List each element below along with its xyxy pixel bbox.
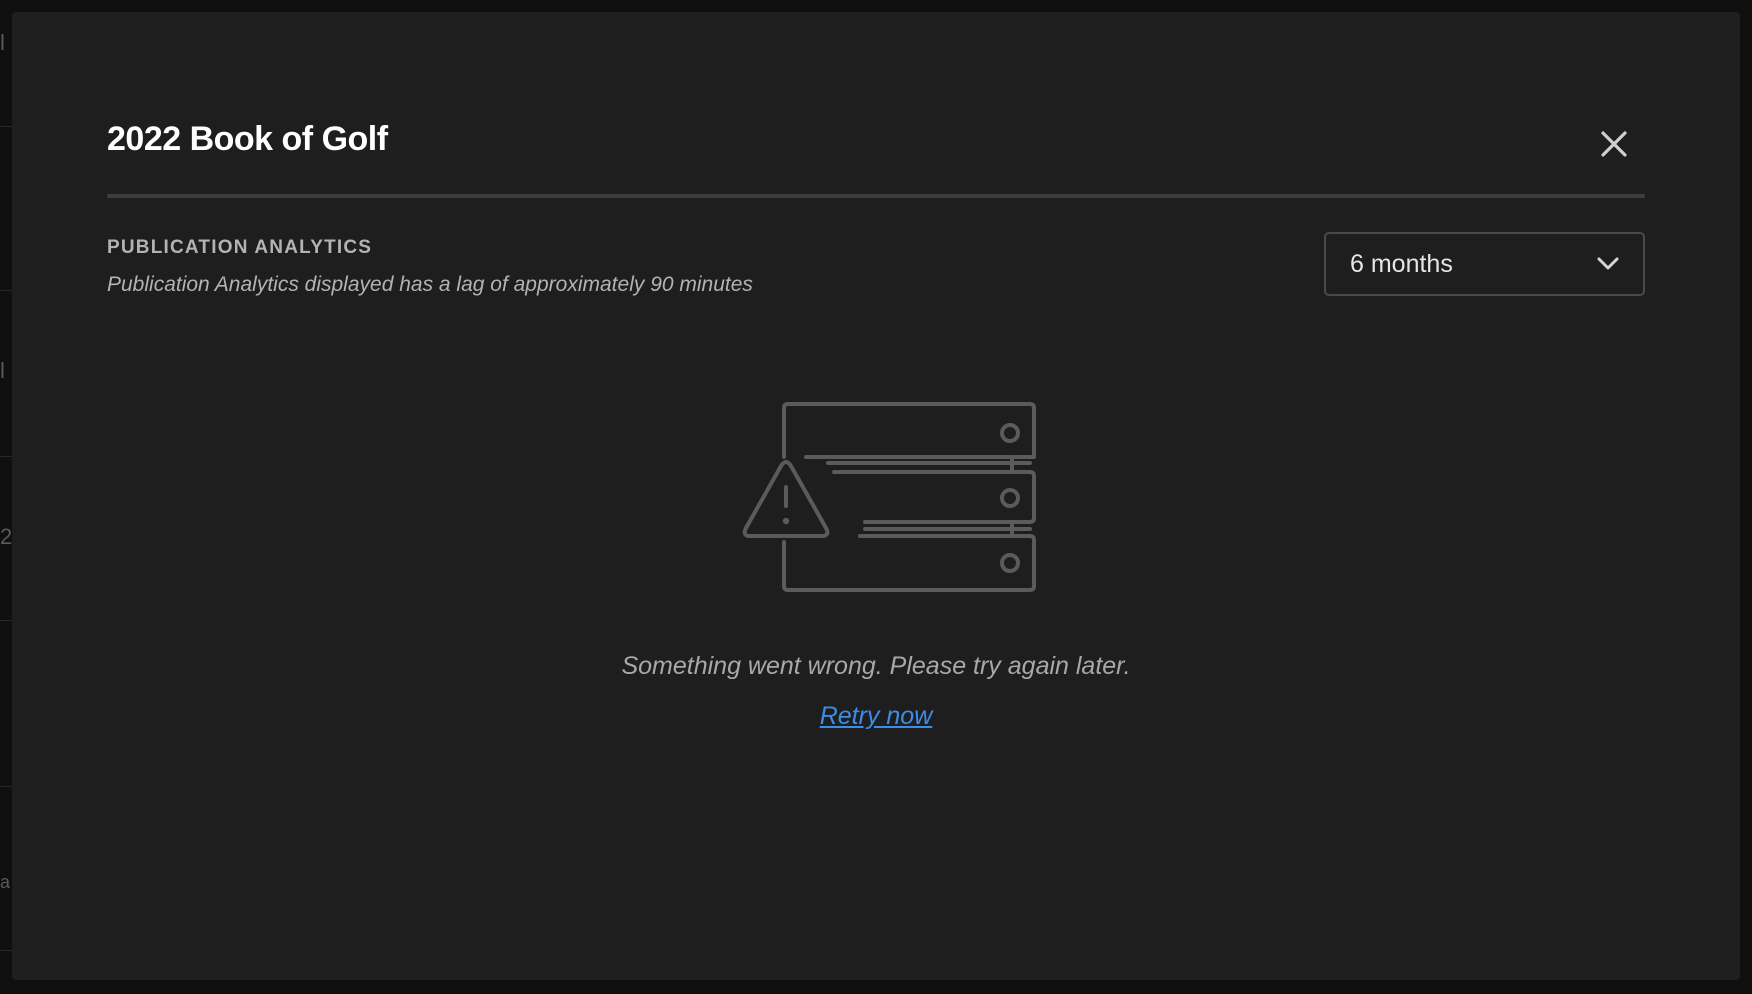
background-text-fragment: 2 [0, 524, 13, 549]
close-button[interactable] [1592, 122, 1636, 166]
chevron-down-icon [1597, 257, 1619, 270]
background-text-fragment: l [0, 358, 5, 383]
analytics-modal: 2022 Book of Golf PUBLICATION ANALYTICS … [12, 12, 1740, 980]
time-range-select[interactable]: 6 months [1324, 232, 1645, 296]
background-text-fragment: l [0, 30, 5, 55]
retry-link-row: Retry now [12, 702, 1740, 731]
retry-link[interactable]: Retry now [820, 702, 933, 730]
header-divider [107, 194, 1645, 198]
server-warning-icon [742, 402, 1036, 592]
lag-notice: Publication Analytics displayed has a la… [107, 273, 753, 296]
close-icon [1601, 131, 1627, 157]
modal-title: 2022 Book of Golf [107, 120, 388, 158]
section-heading: PUBLICATION ANALYTICS [107, 237, 373, 258]
background-text-fragment: a [0, 872, 11, 892]
error-message: Something went wrong. Please try again l… [621, 652, 1131, 680]
time-range-value: 6 months [1350, 249, 1453, 278]
